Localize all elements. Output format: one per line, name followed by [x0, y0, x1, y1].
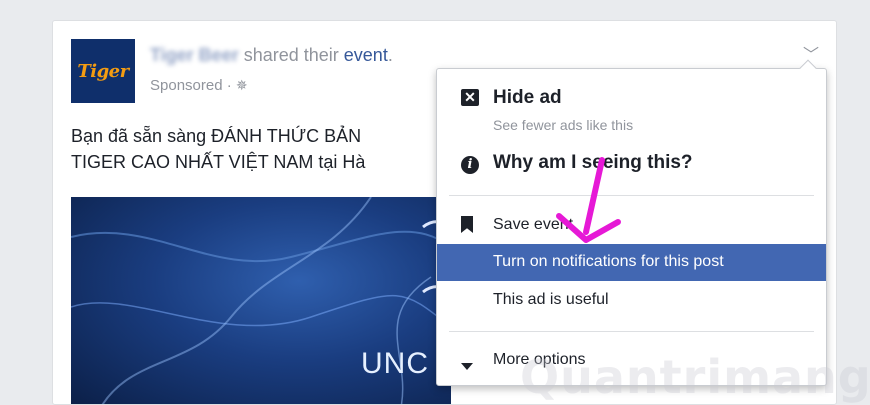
- why-seeing-title: Why am I seeing this?: [493, 152, 693, 173]
- info-icon: i: [461, 155, 479, 174]
- event-link[interactable]: event: [344, 45, 388, 65]
- sponsored-label[interactable]: Sponsored ·: [150, 77, 236, 94]
- caret-down-icon: [461, 357, 473, 375]
- post-options-menu: ✕ Hide ad See fewer ads like this i Why …: [436, 59, 827, 386]
- turn-on-notifications-item[interactable]: Turn on notifications for this post: [437, 244, 826, 281]
- logo-text: Tiger: [77, 60, 129, 82]
- save-event-item[interactable]: Save event: [437, 207, 826, 243]
- post-meta: Sponsored · ✵: [150, 77, 248, 94]
- hide-ad-title: Hide ad: [493, 87, 562, 108]
- why-seeing-item[interactable]: i Why am I seeing this?: [437, 145, 826, 185]
- image-caption: UNC: [361, 347, 429, 380]
- ad-useful-item[interactable]: This ad is useful: [437, 283, 826, 319]
- close-box-icon: ✕: [461, 89, 479, 107]
- notifications-label: Turn on notifications for this post: [493, 253, 724, 270]
- hide-ad-item[interactable]: ✕ Hide ad See fewer ads like this: [437, 79, 826, 137]
- post-headline: Tiger Beer shared their event.: [150, 45, 393, 66]
- post-body: Bạn đã sẵn sàng ĐÁNH THỨC BẢN TIGER CAO …: [71, 123, 441, 175]
- post-image[interactable]: UNC: [71, 197, 451, 404]
- gear-icon: ✵: [235, 77, 248, 93]
- hide-ad-subtitle: See fewer ads like this: [493, 117, 634, 133]
- headline-suffix: .: [387, 45, 393, 65]
- body-line-2: TIGER CAO NHẤT VIỆT NAM tại Hà: [71, 152, 366, 172]
- author-name[interactable]: Tiger Beer: [150, 45, 239, 65]
- action-text: shared their: [238, 45, 344, 65]
- menu-divider: [449, 195, 814, 196]
- watermark: Quantrimang: [520, 350, 870, 404]
- ad-useful-label: This ad is useful: [493, 291, 609, 308]
- body-line-1: Bạn đã sẵn sàng ĐÁNH THỨC BẢN: [71, 126, 362, 146]
- menu-divider: [449, 331, 814, 332]
- page-logo[interactable]: Tiger: [71, 39, 135, 103]
- save-event-label: Save event: [493, 216, 574, 233]
- bookmark-icon: [461, 216, 473, 238]
